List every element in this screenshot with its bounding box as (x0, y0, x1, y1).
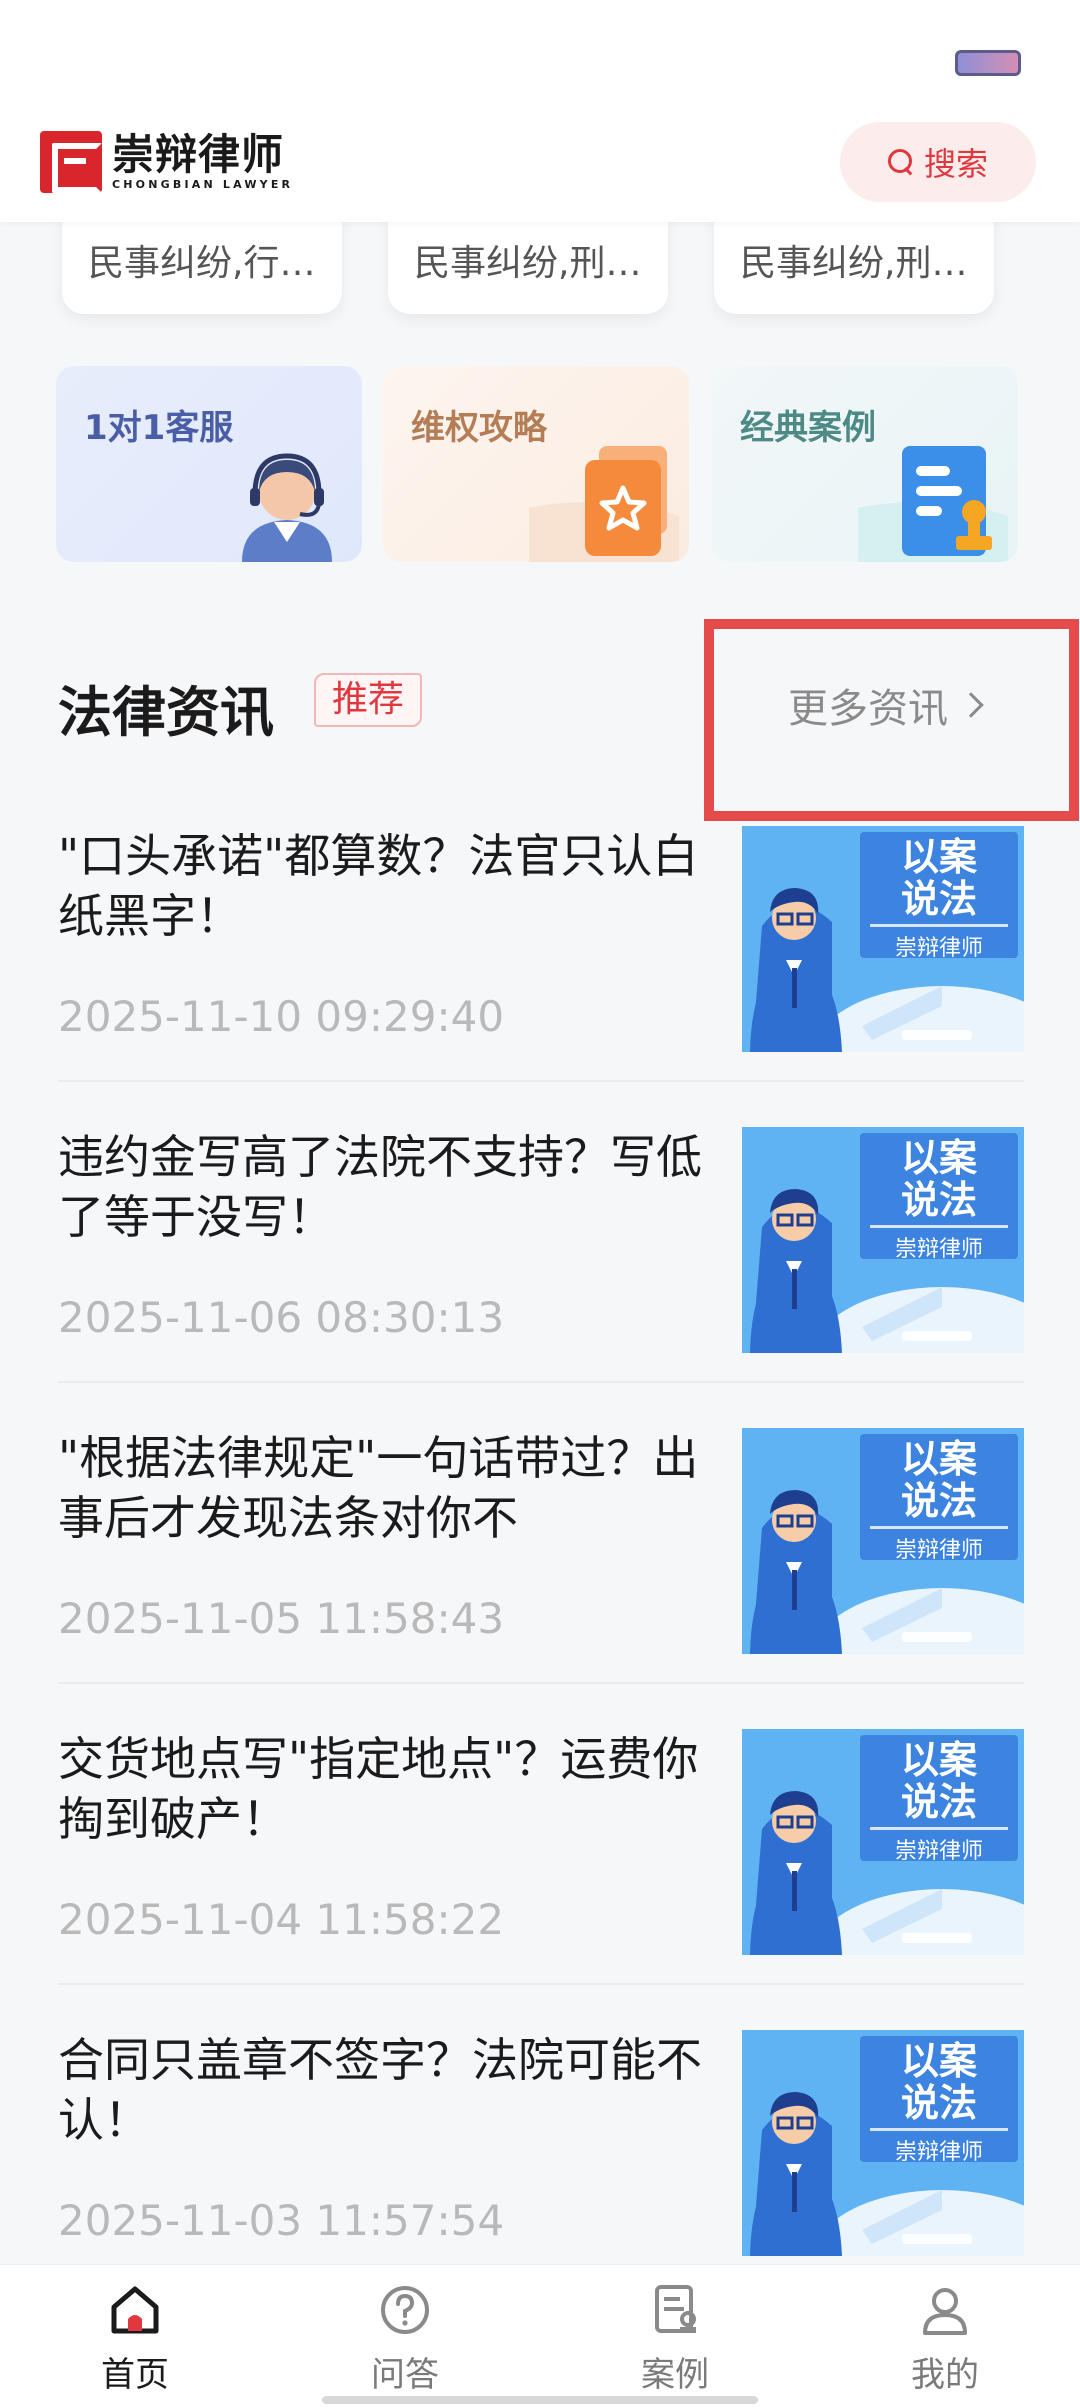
logo-subtitle: CHONGBIAN LAWYER (112, 178, 294, 191)
news-section-title: 法律资讯 (58, 681, 274, 744)
top-header: 崇辩律师 CHONGBIAN LAWYER 搜索 (0, 0, 1080, 222)
tile-classic-cases[interactable]: 经典案例 (712, 366, 1018, 562)
search-button[interactable]: 搜索 (840, 122, 1036, 202)
thumbnail-caption: 崇辩律师 (894, 1237, 983, 1262)
tile-label: 经典案例 (740, 408, 876, 448)
logo-title: 崇辩律师 (112, 130, 285, 179)
thumbnail-line-1: 以案 (900, 1738, 977, 1782)
thumbnail-line-2: 说法 (900, 877, 977, 921)
category-card-text: 民事纠纷,行… (88, 243, 316, 284)
news-date: 2025-11-06 08:30:13 (58, 1293, 505, 1342)
thumbnail-line-1: 以案 (900, 835, 977, 879)
customer-service-agent-icon (242, 453, 332, 562)
tile-customer-service[interactable]: 1对1客服 (56, 366, 362, 562)
news-thumbnail: 以案 说法 崇辩律师 (742, 1127, 1024, 1353)
recommend-badge: 推荐 (314, 673, 423, 727)
thumbnail-line-1: 以案 (900, 2039, 977, 2083)
news-thumbnail: 以案 说法 崇辩律师 (742, 1428, 1024, 1654)
news-title: 合同只盖章不签字？法院可能不认！ (58, 2033, 702, 2147)
news-item[interactable]: "口头承诺"都算数？法官只认白纸黑字！ 2025-11-10 09:29:40 以案… (0, 826, 1080, 1126)
strategy-folder-icon (529, 446, 679, 562)
tab-label: 首页 (101, 2355, 169, 2395)
thumbnail-line-2: 说法 (900, 1178, 977, 1222)
news-title: 交货地点写"指定地点"？运费你掏到破产！ (58, 1732, 699, 1846)
more-news-link[interactable]: 更多资讯 (788, 676, 984, 734)
tab-cases[interactable]: 案例 (540, 2265, 810, 2408)
profile-icon (923, 2288, 967, 2335)
thumbnail-caption: 崇辩律师 (894, 2140, 983, 2165)
logo-mark-icon (40, 131, 102, 193)
news-date: 2025-11-03 11:57:54 (58, 2196, 505, 2245)
thumbnail-caption: 崇辩律师 (894, 936, 983, 961)
thumbnail-line-1: 以案 (900, 1136, 977, 1180)
news-date: 2025-11-04 11:58:22 (58, 1895, 505, 1944)
news-divider (58, 1080, 1024, 1082)
tab-label: 案例 (641, 2355, 709, 2395)
thumbnail-line-2: 说法 (900, 2081, 977, 2125)
news-date: 2025-11-10 09:29:40 (58, 992, 505, 1041)
tile-label: 维权攻略 (411, 408, 547, 448)
tab-label: 我的 (911, 2355, 979, 2395)
tab-mine[interactable]: 我的 (810, 2265, 1080, 2408)
home-indicator[interactable] (322, 2396, 758, 2404)
news-title: "根据法律规定"一句话带过？出事后才发现法条对你不 (58, 1431, 699, 1545)
news-divider (58, 1983, 1024, 1985)
news-title: 违约金写高了法院不支持？写低了等于没写！ (58, 1130, 702, 1244)
chevron-right-icon (958, 692, 984, 718)
search-icon (887, 149, 914, 175)
case-document-stamp-icon (858, 446, 1008, 562)
app-screen: 民事纠纷,行… 民事纠纷,刑… 民事纠纷,刑… 崇辩律师 CHONGBIAN L… (0, 0, 1080, 2408)
news-divider (58, 1381, 1024, 1383)
thumbnail-line-2: 说法 (900, 1479, 977, 1523)
status-indicator (955, 50, 1021, 76)
bottom-tab-bar: 首页 问答 案例 我的 (0, 2264, 1080, 2408)
news-item[interactable]: 违约金写高了法院不支持？写低了等于没写！ 2025-11-06 08:30:13 以… (0, 1127, 1080, 1427)
news-title: "口头承诺"都算数？法官只认白纸黑字！ (58, 829, 699, 943)
tab-qa[interactable]: 问答 (270, 2265, 540, 2408)
category-card-text: 民事纠纷,刑… (740, 243, 968, 284)
more-news-label: 更多资讯 (788, 686, 948, 732)
thumbnail-caption: 崇辩律师 (894, 1839, 983, 1864)
news-item[interactable]: "根据法律规定"一句话带过？出事后才发现法条对你不 2025-11-05 11:5… (0, 1428, 1080, 1728)
news-thumbnail: 以案 说法 崇辩律师 (742, 826, 1024, 1052)
thumbnail-line-2: 说法 (900, 1780, 977, 1824)
news-item[interactable]: 交货地点写"指定地点"？运费你掏到破产！ 2025-11-04 11:58:22 以… (0, 1729, 1080, 2029)
search-label: 搜索 (923, 145, 988, 183)
app-logo: 崇辩律师 CHONGBIAN LAWYER (40, 130, 293, 194)
category-card-text: 民事纠纷,刑… (414, 243, 642, 284)
news-thumbnail: 以案 说法 崇辩律师 (742, 1729, 1024, 1955)
news-thumbnail: 以案 说法 崇辩律师 (742, 2030, 1024, 2256)
tab-home[interactable]: 首页 (0, 2265, 270, 2408)
news-divider (58, 1682, 1024, 1684)
tab-label: 问答 (371, 2355, 439, 2395)
tile-label: 1对1客服 (84, 408, 234, 448)
thumbnail-caption: 崇辩律师 (894, 1538, 983, 1563)
thumbnail-line-1: 以案 (900, 1437, 977, 1481)
question-icon (381, 2286, 429, 2334)
news-date: 2025-11-05 11:58:43 (58, 1594, 505, 1643)
tile-rights-strategy[interactable]: 维权攻略 (383, 366, 689, 562)
home-icon (111, 2286, 159, 2334)
case-icon (655, 2285, 696, 2333)
